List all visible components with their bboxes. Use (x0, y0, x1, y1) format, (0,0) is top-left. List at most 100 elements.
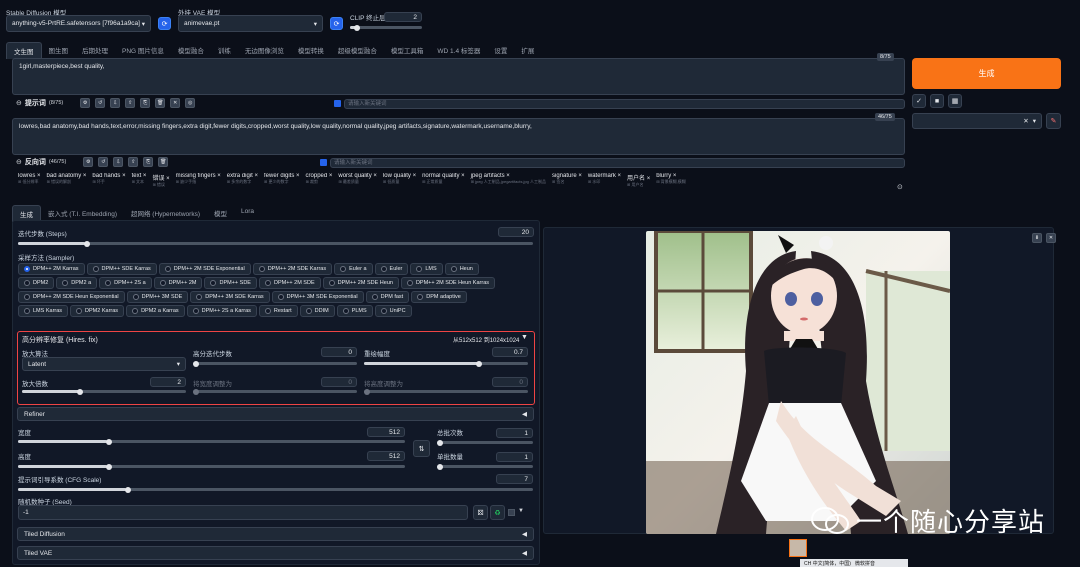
sampler-option[interactable]: PLMS (336, 305, 373, 317)
vae-select[interactable]: animevae.pt ▾ (178, 15, 323, 32)
clip-input[interactable]: 2 (384, 12, 422, 22)
main-tab[interactable]: 无边图像浏览 (238, 42, 291, 59)
resize-width-slider[interactable] (193, 388, 357, 395)
negative-tag[interactable]: lowres × ⊞ 低分辨率 (18, 173, 41, 188)
negative-tag[interactable]: extra digit × ⊞ 多余的数字 (227, 173, 258, 188)
batch-size-input[interactable]: 1 (496, 452, 533, 462)
triangle-down-icon[interactable]: ▼ (518, 508, 524, 514)
negative-tag[interactable]: 错误 × ⊞ 错误 (152, 173, 169, 188)
width-slider[interactable] (18, 438, 405, 445)
negative-tag[interactable]: watermark × ⊞ 水印 (588, 173, 621, 188)
extra-seed-checkbox[interactable] (508, 509, 515, 516)
tiled-diffusion-accordion[interactable]: Tiled Diffusion ◀ (17, 527, 534, 541)
main-tab[interactable]: 超级模型融合 (331, 42, 384, 59)
sampler-option[interactable]: Heun (444, 263, 479, 275)
steps-input[interactable]: 20 (498, 227, 534, 237)
clip-slider[interactable] (350, 24, 422, 31)
prompt-keyword-input[interactable]: 请输入新关键词 (344, 98, 905, 109)
seed-input[interactable]: -1 (18, 505, 468, 520)
prompt-textarea[interactable]: 1girl,masterpiece,best quality, (12, 58, 905, 95)
sampler-option[interactable]: DPM++ 3M SDE Karras (190, 291, 270, 303)
negative-tag[interactable]: normal quality × ⊞ 正常质量 (422, 173, 465, 188)
clear-icon[interactable]: ✕ (170, 98, 181, 108)
negative-tag[interactable]: blurry × ⊞ 背景模糊,模糊 (656, 173, 686, 188)
sd-model-select[interactable]: anything-v5-PrtRE.safetensors [7f96a1a9c… (6, 15, 151, 32)
import-icon[interactable]: ⇩ (110, 98, 121, 108)
main-tab[interactable]: 训练 (211, 42, 238, 59)
negative-textarea[interactable]: lowres,bad anatomy,bad hands,text,error,… (12, 118, 905, 155)
export-icon[interactable]: ⇧ (128, 157, 139, 167)
main-tab[interactable]: 后期处理 (75, 42, 115, 59)
steps-slider[interactable] (18, 240, 533, 247)
sampler-option[interactable]: DPM++ 2M Karras (18, 263, 85, 275)
batch-count-slider[interactable] (437, 439, 533, 446)
copy-icon[interactable]: ⎘ (140, 98, 151, 108)
negative-tag[interactable]: signature × ⊞ 签名 (552, 173, 582, 188)
sampler-option[interactable]: DPM++ SDE (204, 277, 257, 289)
collapse-icon[interactable]: ⊖ (16, 158, 22, 166)
sampler-option[interactable]: LMS (410, 263, 443, 275)
refiner-accordion[interactable]: Refiner ◀ (17, 407, 534, 421)
stop-button[interactable]: ■ (930, 94, 944, 108)
sampler-option[interactable]: DPM++ SDE Karras (86, 263, 157, 275)
hires-steps-slider[interactable] (193, 360, 357, 367)
cfg-input[interactable]: 7 (496, 474, 533, 484)
batch-size-slider[interactable] (437, 463, 533, 470)
generated-image[interactable] (646, 231, 950, 534)
styles-select[interactable]: ✕ ▾ (912, 113, 1042, 129)
sampler-option[interactable]: DPM++ 3M SDE (126, 291, 189, 303)
collapse-triangle-icon[interactable]: ▼ (521, 334, 528, 341)
sampler-option[interactable]: DPM++ 2M SDE Heun Karras (400, 277, 496, 289)
settings-icon[interactable]: ⚙ (83, 157, 94, 167)
sampler-option[interactable]: DPM++ 2S a (99, 277, 152, 289)
sampler-option[interactable]: DPM++ 2S a Karras (186, 305, 257, 317)
negative-tag[interactable]: fewer digits × ⊞ 更少的数字 (264, 173, 300, 188)
resize-height-slider[interactable] (364, 388, 528, 395)
generate-button[interactable]: 生成 (912, 58, 1061, 89)
refresh-vae-button[interactable]: ⟳ (330, 17, 343, 30)
denoise-slider[interactable] (364, 360, 528, 367)
edit-styles-button[interactable]: ✎ (1046, 113, 1061, 129)
main-tab[interactable]: WD 1.4 标签器 (430, 42, 487, 59)
import-icon[interactable]: ⇩ (113, 157, 124, 167)
sampler-option[interactable]: DPM++ 3M SDE Exponential (271, 291, 364, 303)
negative-tag[interactable]: bad hands × ⊞ 坏手 (92, 173, 125, 188)
clear-icon[interactable]: ✕ (1023, 117, 1028, 125)
batch-count-input[interactable]: 1 (496, 428, 533, 438)
hires-steps-input[interactable]: 0 (321, 347, 357, 357)
sampler-option[interactable]: DPM2 (18, 277, 55, 289)
cfg-slider[interactable] (18, 486, 533, 493)
upscaler-select[interactable]: Latent ▾ (22, 357, 186, 371)
trash-icon[interactable]: 🗑 (155, 98, 166, 108)
sampler-option[interactable]: DPM fast (365, 291, 410, 303)
height-input[interactable]: 512 (367, 451, 405, 461)
negative-keyword-checkbox[interactable] (320, 159, 327, 166)
sampler-option[interactable]: DPM++ 2M SDE (258, 277, 321, 289)
sampler-option[interactable]: DPM++ 2M SDE Heun Exponential (18, 291, 125, 303)
globe-icon[interactable]: ◎ (185, 98, 196, 108)
sampler-option[interactable]: DPM2 a (56, 277, 98, 289)
swap-dimensions-button[interactable]: ⇅ (413, 440, 430, 457)
sampler-option[interactable]: DDIM (299, 305, 335, 317)
sampler-option[interactable]: UniPC (374, 305, 412, 317)
sampler-option[interactable]: DPM2 a Karras (126, 305, 185, 317)
refresh-model-button[interactable]: ⟳ (158, 17, 171, 30)
sampler-option[interactable]: Euler a (334, 263, 373, 275)
sampler-option[interactable]: DPM++ 2M SDE Exponential (158, 263, 251, 275)
history-icon[interactable]: ↺ (98, 157, 109, 167)
upscale-by-slider[interactable] (22, 388, 186, 395)
resize-height-input[interactable]: 0 (492, 377, 528, 387)
main-tab[interactable]: 模型融合 (171, 42, 211, 59)
trash-icon[interactable]: 🗑 (158, 157, 169, 167)
download-icon[interactable]: ⬇ (1032, 233, 1042, 243)
negative-tag[interactable]: jpeg artifacts × ⊞ jpeg 人工制品,jpegartifact… (471, 173, 546, 188)
width-input[interactable]: 512 (367, 427, 405, 437)
negative-tag[interactable]: bad anatomy × ⊞ 错误的解剖 (47, 173, 87, 188)
negative-tag[interactable]: low quality × ⊞ 低质量 (383, 173, 416, 188)
negative-tag[interactable]: cropped × ⊞ 裁剪 (306, 173, 333, 188)
main-tab[interactable]: 图生图 (42, 42, 76, 59)
negative-tag[interactable]: worst quality × ⊞ 最差质量 (338, 173, 377, 188)
settings-icon[interactable]: ⚙ (80, 98, 91, 108)
negative-keyword-input[interactable]: 请输入新关键词 (330, 157, 905, 168)
collapse-icon[interactable]: ⊖ (16, 99, 22, 107)
